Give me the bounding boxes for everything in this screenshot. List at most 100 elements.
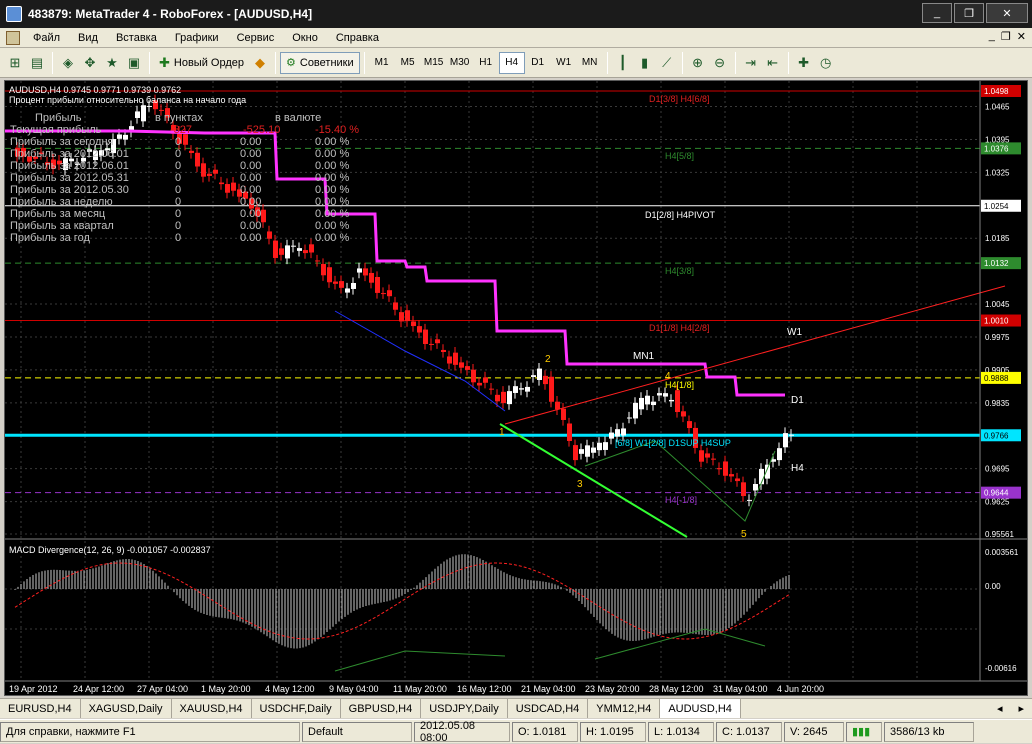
restore-button[interactable]: ❐ (954, 3, 984, 23)
line-chart-icon[interactable]: ⟋ (656, 52, 678, 74)
price-axis: 1.04651.03951.03251.01851.00450.99750.99… (979, 81, 1021, 681)
status-bar: Для справки, нажмите F1 Default 2012.05.… (0, 719, 1032, 744)
mdi-restore-icon[interactable]: ❐ (1001, 30, 1011, 43)
new-order-button[interactable]: ✚ Новый Ордер (154, 52, 249, 74)
candle-body (519, 388, 524, 390)
data-window-icon[interactable]: ✥ (79, 52, 101, 74)
menu-view[interactable]: Вид (69, 28, 107, 48)
wave-label-3: 3 (577, 479, 583, 490)
profit-row-cell: Прибыль за 2012.06.01 (10, 160, 129, 172)
tabs-scroll-left-icon[interactable]: ◂ (989, 699, 1011, 718)
price-chart[interactable]: AUDUSD,H4 0.9745 0.9771 0.9739 0.9762 Пр… (5, 81, 1027, 695)
candle-body (261, 209, 266, 223)
profit-row-cell: 0 (175, 232, 181, 244)
tf-h1[interactable]: H1 (473, 52, 499, 74)
zoom-out-icon[interactable]: ⊖ (709, 52, 731, 74)
bar-chart-icon[interactable]: ┃ (612, 52, 634, 74)
macd-histogram (14, 554, 790, 672)
close-button[interactable]: ✕ (986, 3, 1028, 23)
metaeditor-icon[interactable]: ◆ (249, 52, 271, 74)
level-label-pivot: D1[2/8] H4PIVOT (645, 210, 716, 220)
tabs-scroll-right-icon[interactable]: ▸ (1010, 699, 1032, 718)
tf-m15[interactable]: M15 (421, 52, 447, 74)
menu-charts[interactable]: Графики (166, 28, 228, 48)
tab-eurusd[interactable]: EURUSD,H4 (0, 699, 81, 718)
candle-body (285, 245, 290, 259)
profit-row-cell: 0 (175, 136, 181, 148)
tf-m1[interactable]: M1 (369, 52, 395, 74)
price-axis-label: 0.9835 (985, 399, 1010, 408)
menu-file[interactable]: Файл (24, 28, 69, 48)
profit-row-cell: 0.00 % (315, 136, 349, 148)
mdi-close-icon[interactable]: ✕ (1017, 30, 1026, 43)
terminal-icon[interactable]: ▣ (123, 52, 145, 74)
candle-body (213, 169, 218, 174)
indicators-icon[interactable]: ✚ (793, 52, 815, 74)
time-axis: 19 Apr 2012 24 Apr 12:00 27 Apr 04:00 1 May… (5, 680, 1027, 694)
price-tag-label: 0.9888 (984, 374, 1009, 383)
candle-body (639, 397, 644, 410)
menu-insert[interactable]: Вставка (107, 28, 166, 48)
profit-row-cell: 0.00 % (315, 220, 349, 232)
experts-button[interactable]: ⚙ Советники (280, 51, 360, 74)
tf-m5[interactable]: M5 (395, 52, 421, 74)
market-watch-icon[interactable]: ◈ (57, 52, 79, 74)
profit-row-cell: 0.00 (240, 196, 261, 208)
new-order-icon: ✚ (159, 54, 170, 70)
menu-tools[interactable]: Сервис (228, 28, 284, 48)
status-profile[interactable]: Default (302, 721, 412, 742)
menu-help[interactable]: Справка (327, 28, 388, 48)
window-controls: _ ❐ ✕ (922, 3, 1028, 23)
document-icon[interactable] (6, 30, 20, 45)
candle-body (717, 468, 722, 470)
profit-row-cell: 0.00 (240, 232, 261, 244)
candle-body (333, 281, 338, 284)
tf-h4[interactable]: H4 (498, 51, 525, 74)
time-axis-label: 27 Apr 04:00 (137, 684, 188, 694)
new-chart-icon[interactable]: ⊞ (4, 52, 26, 74)
tab-gbpusd[interactable]: GBPUSD,H4 (341, 699, 422, 718)
candle-body (411, 321, 416, 327)
candle-body (525, 386, 530, 392)
minimize-button[interactable]: _ (922, 3, 952, 23)
tf-m30[interactable]: M30 (447, 52, 473, 74)
candle-body (117, 134, 122, 139)
autoscroll-icon[interactable]: ⇥ (740, 52, 762, 74)
candle-body (339, 281, 344, 288)
tab-xagusd[interactable]: XAGUSD,Daily (81, 699, 172, 718)
status-help: Для справки, нажмите F1 (0, 721, 300, 742)
time-axis-label: 9 May 04:00 (329, 684, 379, 694)
price-axis-label: 0.9975 (985, 333, 1010, 342)
profiles-icon[interactable]: ▤ (26, 52, 48, 74)
price-tag-label: 1.0376 (984, 144, 1009, 153)
navigator-icon[interactable]: ★ (101, 52, 123, 74)
candle-chart-icon[interactable]: ▮ (634, 52, 656, 74)
tab-audusd[interactable]: AUDUSD,H4 (660, 699, 741, 718)
chart-window[interactable]: AUDUSD,H4 0.9745 0.9771 0.9739 0.9762 Пр… (4, 80, 1028, 696)
macd-title: MACD Divergence(12, 26, 9) -0.001057 -0.… (9, 545, 211, 555)
candle-body (501, 391, 506, 404)
candle-body (351, 282, 356, 289)
level-label-d1-1-8: D1[1/8] H4[2/8] (649, 323, 710, 333)
tab-usdjpy[interactable]: USDJPY,Daily (421, 699, 508, 718)
periods-clock-icon[interactable]: ◷ (815, 52, 837, 74)
profit-header-label: Прибыль (35, 112, 82, 124)
candle-body (705, 453, 710, 458)
menu-window[interactable]: Окно (283, 28, 327, 48)
tab-usdcad[interactable]: USDCAD,H4 (508, 699, 589, 718)
overlay-lines (5, 129, 1006, 538)
chart-shift-icon[interactable]: ⇤ (762, 52, 784, 74)
tab-usdchf[interactable]: USDCHF,Daily (252, 699, 341, 718)
price-tag-label: 1.0010 (984, 317, 1009, 326)
tf-w1[interactable]: W1 (551, 52, 577, 74)
zoom-in-icon[interactable]: ⊕ (687, 52, 709, 74)
tf-d1[interactable]: D1 (525, 52, 551, 74)
tab-xauusd[interactable]: XAUUSD,H4 (172, 699, 252, 718)
tf-label-w1: W1 (787, 327, 802, 338)
mdi-minimize-icon[interactable]: _ (989, 30, 995, 43)
candle-body (363, 268, 368, 276)
tab-ymm12[interactable]: YMM12,H4 (588, 699, 661, 718)
tf-mn[interactable]: MN (577, 52, 603, 74)
level-label-h4-5-8: H4[5/8] (665, 151, 694, 161)
candle-body (357, 268, 362, 273)
